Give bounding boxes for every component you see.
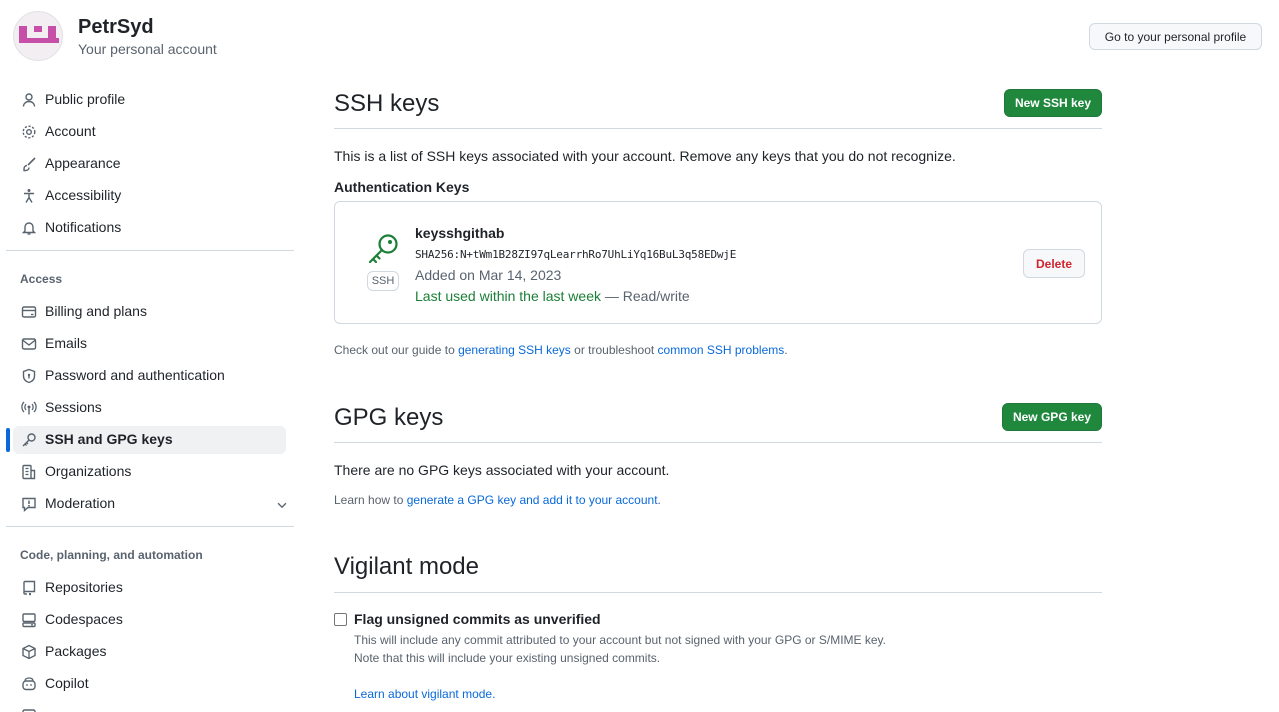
sidebar-item-public-profile[interactable]: Public profile [13,86,286,114]
codespaces-icon [22,613,36,628]
settings-header: PetrSyd Your personal account Go to your… [0,0,1279,70]
sidebar-item-label: Emails [45,335,88,351]
sidebar-item-accessibility[interactable]: Accessibility [13,182,286,210]
sidebar-item-moderation[interactable]: Moderation [13,490,289,518]
copilot-icon [22,677,36,691]
section-divider [334,128,1102,129]
account-type-label: Your personal account [78,41,217,57]
sidebar-item-label: Appearance [45,155,121,171]
sidebar-item-label: Copilot [45,675,89,691]
sidebar-item-sessions[interactable]: Sessions [13,394,286,422]
sidebar-item-label: Sessions [45,399,102,415]
sidebar-item-label: Notifications [45,219,122,235]
ssh-badge: SSH [367,271,399,291]
sidebar-item-copilot[interactable]: Copilot [13,670,286,698]
accessibility-icon [24,189,34,203]
package-icon [22,644,36,660]
sidebar-item-label: Account [45,123,96,139]
sidebar-item-packages[interactable]: Packages [13,638,286,666]
go-to-profile-button[interactable]: Go to your personal profile [1089,23,1262,50]
broadcast-icon [21,401,37,415]
sidebar-item-notifications[interactable]: Notifications [13,214,286,242]
ssh-description: This is a list of SSH keys associated wi… [334,148,956,164]
overflow-icon [22,709,36,712]
flag-unsigned-commits-checkbox[interactable] [334,613,347,626]
gear-icon [22,125,36,139]
sidebar-item-account[interactable]: Account [13,118,286,146]
key-last-used: Last used within the last week — Read/wr… [415,288,690,304]
sidebar-item-organizations[interactable]: Organizations [13,458,286,486]
report-icon [22,497,36,512]
last-used-text: Last used within the last week [415,288,601,304]
sidebar-item-label: SSH and GPG keys [45,431,173,447]
gpg-keys-heading: GPG keys [334,404,444,431]
sidebar-item-label: Accessibility [45,187,122,203]
mail-icon [21,338,37,350]
sidebar-item-label: Public profile [45,91,126,107]
learn-prefix: Learn how to [334,493,407,507]
guide-prefix: Check out our guide to [334,343,459,357]
sidebar-item-label: Password and authentication [45,367,225,383]
vigilant-mode-heading: Vigilant mode [334,553,479,580]
sidebar-item-appearance[interactable]: Appearance [13,150,286,178]
sidebar-item-label: Repositories [45,579,123,595]
section-divider [334,592,1102,593]
sidebar-item-label: Organizations [45,463,132,479]
sidebar-divider [6,250,294,251]
sidebar-item-billing[interactable]: Billing and plans [13,298,286,326]
bell-icon [21,222,37,235]
credit-card-icon [21,306,37,318]
sidebar-item-password[interactable]: Password and authentication [13,362,286,390]
learn-vigilant-mode-link[interactable]: Learn about vigilant mode. [354,687,495,701]
common-ssh-problems-link[interactable]: common SSH problems [658,343,785,357]
repo-icon [23,580,36,596]
sidebar-item-emails[interactable]: Emails [13,330,286,358]
key-title: keysshgithab [415,225,505,241]
vigilant-description-2: Note that this will include your existin… [354,651,661,665]
key-icon [368,234,398,264]
paintbrush-icon [23,157,36,172]
gpg-learn-text: Learn how to generate a GPG key and add … [334,493,661,507]
learn-suffix: . [657,493,661,507]
sidebar-item-more[interactable] [13,702,286,712]
access-level-text: — Read/write [601,288,690,304]
person-icon [22,93,36,107]
sidebar-item-label: Moderation [45,495,116,511]
key-added-date: Added on Mar 14, 2023 [415,267,562,283]
generating-ssh-keys-link[interactable]: generating SSH keys [458,343,571,357]
new-ssh-key-button[interactable]: New SSH key [1004,89,1102,117]
chevron-down-icon[interactable] [275,498,289,512]
shield-lock-icon [22,368,36,384]
key-fingerprint: SHA256:N+tWm1B28ZI97qLearrhRo7UhLiYq16Bu… [415,248,737,261]
gpg-empty-text: There are no GPG keys associated with yo… [334,462,670,478]
guide-middle: or troubleshoot [570,343,658,357]
sidebar-item-repositories[interactable]: Repositories [13,574,286,602]
sidebar-item-codespaces[interactable]: Codespaces [13,606,286,634]
sidebar-item-ssh-gpg-keys[interactable]: SSH and GPG keys [13,426,286,454]
checkbox-label[interactable]: Flag unsigned commits as unverified [354,611,601,627]
new-gpg-key-button[interactable]: New GPG key [1002,403,1102,431]
section-divider [334,442,1102,443]
sidebar-group-access: Access [20,272,63,286]
active-indicator [6,428,10,452]
sidebar-item-label: Billing and plans [45,303,147,319]
authentication-keys-heading: Authentication Keys [334,179,470,195]
generate-gpg-key-link[interactable]: generate a GPG key and add it to your ac… [407,493,658,507]
vigilant-description-1: This will include any commit attributed … [354,633,887,647]
delete-key-button[interactable]: Delete [1023,249,1085,278]
organization-icon [22,464,36,480]
ssh-keys-heading: SSH keys [334,90,440,117]
sidebar-item-label: Packages [45,643,107,659]
avatar[interactable] [13,11,63,61]
sidebar-divider [6,526,294,527]
ssh-guide-text: Check out our guide to generating SSH ke… [334,343,788,357]
sidebar-item-label: Codespaces [45,611,123,627]
user-name[interactable]: PetrSyd [78,16,154,39]
guide-suffix: . [784,343,788,357]
ssh-key-item: SSH keysshgithab SHA256:N+tWm1B28ZI97qLe… [334,201,1102,324]
sidebar-group-code: Code, planning, and automation [20,548,203,562]
key-icon [22,433,36,447]
